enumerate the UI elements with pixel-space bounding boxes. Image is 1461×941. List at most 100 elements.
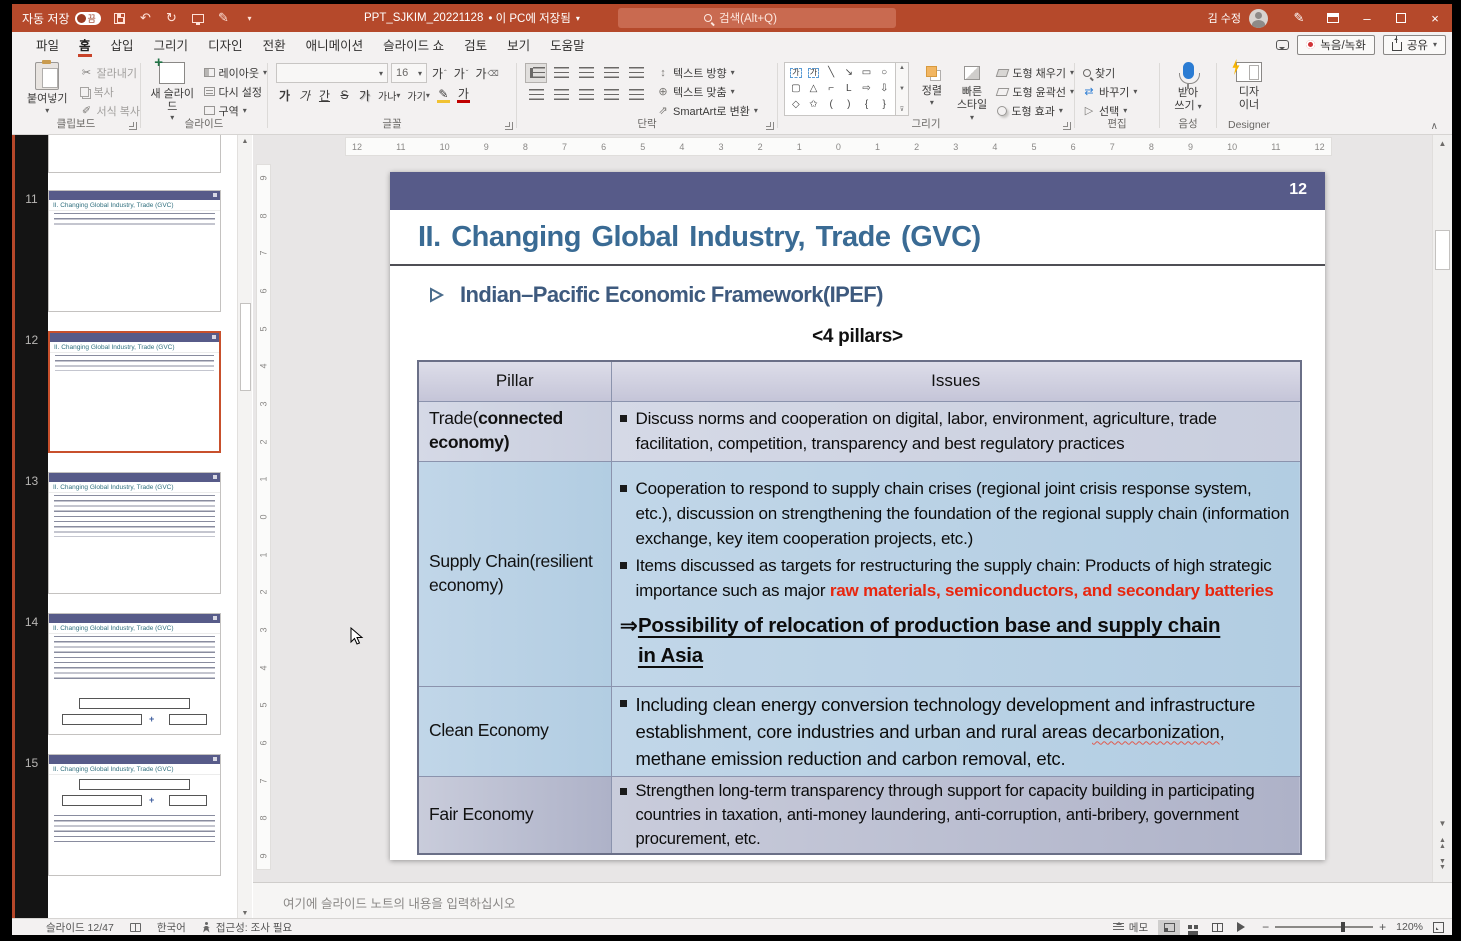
menu-tab[interactable]: 슬라이드 쇼 — [373, 32, 454, 57]
ink-pen-button[interactable]: ✎ — [1282, 4, 1316, 32]
notes-placeholder[interactable]: 여기에 슬라이드 노트의 내용을 입력하십시오 — [283, 893, 1452, 912]
paragraph-dialog-launcher-icon[interactable] — [766, 122, 774, 130]
align-center-button[interactable] — [550, 85, 572, 105]
share-button[interactable]: 공유 ▾ — [1383, 35, 1446, 55]
shape-outline-button[interactable]: 도형 윤곽선▾ — [997, 83, 1074, 100]
zoom-level[interactable]: 120% — [1396, 921, 1423, 933]
shape-icon[interactable]: L — [846, 84, 852, 94]
shape-icon[interactable]: 가 — [808, 68, 819, 78]
decrease-indent-button[interactable] — [575, 63, 597, 83]
find-button[interactable]: 찾기 — [1083, 64, 1159, 81]
next-slide-button[interactable]: ▼▼ — [1435, 859, 1450, 873]
start-slideshow-button[interactable] — [191, 11, 205, 25]
slide-thumbnail[interactable]: 14 II. Changing Global Industry, Trade (… — [15, 613, 240, 735]
shape-icon[interactable]: } — [882, 100, 885, 110]
line-spacing-button[interactable] — [625, 63, 647, 83]
slide-thumbnail[interactable]: 12 II. Changing Global Industry, Trade (… — [15, 331, 240, 453]
main-scrollbar[interactable]: ▲ ▼ ▲▲ ▼▼ — [1432, 135, 1452, 882]
menu-tab[interactable]: 홈 — [69, 32, 101, 57]
shape-icon[interactable]: { — [865, 100, 868, 110]
underline-button[interactable]: 간 — [316, 86, 333, 104]
columns-button[interactable] — [625, 85, 647, 105]
reset-button[interactable]: 다시 설정 — [204, 83, 268, 100]
shrink-font-button[interactable]: 가ˇ — [452, 64, 471, 82]
shape-icon[interactable]: ( — [829, 100, 832, 110]
menu-tab[interactable]: 전환 — [253, 32, 296, 57]
text-direction-button[interactable]: ↕텍스트 방향▾ — [657, 64, 758, 81]
zoom-slider[interactable] — [1275, 926, 1373, 928]
save-button[interactable] — [113, 11, 127, 25]
chevron-down-icon[interactable]: ▾ — [576, 14, 580, 23]
zoom-slider-thumb[interactable] — [1341, 922, 1345, 932]
autosave-toggle[interactable]: 자동 저장 끔 — [22, 10, 101, 27]
format-painter-icon[interactable]: ✎ — [217, 11, 231, 25]
shape-icon[interactable]: △ — [810, 84, 818, 94]
shape-icon[interactable]: ✩ — [809, 100, 817, 110]
menu-tab[interactable]: 그리기 — [144, 32, 199, 57]
undo-button[interactable]: ↶ — [139, 11, 153, 25]
shape-icon[interactable]: ⌐ — [828, 84, 834, 94]
reading-view-button[interactable] — [1206, 920, 1228, 935]
thumbnail-scrollbar-thumb[interactable] — [240, 303, 251, 391]
shape-icon[interactable]: ▢ — [791, 84, 800, 94]
text-shadow-button[interactable]: 가 — [356, 86, 373, 104]
designer-button[interactable]: 디자 이너 — [1217, 62, 1281, 111]
minimize-button[interactable]: – — [1350, 4, 1384, 32]
slide-sorter-view-button[interactable] — [1182, 920, 1204, 935]
shape-icon[interactable]: ▭ — [862, 68, 871, 78]
zoom-out-button[interactable]: − — [1262, 920, 1269, 934]
shapes-gallery-scrollbar[interactable]: ▲ ▼ ⊽ — [896, 62, 909, 116]
menu-tab[interactable]: 애니메이션 — [296, 32, 374, 57]
character-spacing-button[interactable]: 가나▾ — [376, 86, 402, 104]
fit-slide-to-window-button[interactable] — [1433, 922, 1444, 933]
clipboard-dialog-launcher-icon[interactable] — [129, 122, 137, 130]
accessibility-status[interactable]: 접근성: 조사 필요 — [202, 920, 292, 935]
shape-icon[interactable]: ↘ — [845, 68, 853, 78]
menu-tab[interactable]: 파일 — [26, 32, 69, 57]
dictate-button[interactable]: 받아 쓰기 ▾ — [1160, 62, 1216, 112]
spell-check-button[interactable] — [130, 923, 141, 932]
slide-thumbnail[interactable]: 11 II. Changing Global Industry, Trade (… — [15, 190, 240, 312]
shape-fill-button[interactable]: 도형 채우기▾ — [997, 64, 1074, 81]
slide-thumbnail[interactable]: 13 II. Changing Global Industry, Trade (… — [15, 472, 240, 594]
cut-button[interactable]: ✂잘라내기 — [80, 64, 140, 81]
language-indicator[interactable]: 한국어 — [157, 920, 186, 935]
highlight-color-button[interactable]: ✎ — [435, 86, 452, 104]
copy-button[interactable]: 복사 — [80, 83, 140, 100]
shape-icon[interactable]: ⇨ — [862, 84, 870, 94]
bold-button[interactable]: 가 — [276, 86, 293, 104]
collapse-ribbon-icon[interactable]: ∧ — [1431, 121, 1438, 132]
align-text-button[interactable]: ⊕텍스트 맞춤▾ — [657, 83, 758, 100]
grow-font-button[interactable]: 가ˆ — [430, 64, 449, 82]
main-scrollbar-thumb[interactable] — [1435, 230, 1450, 270]
increase-indent-button[interactable] — [600, 63, 622, 83]
clear-formatting-button[interactable]: 가⌫ — [473, 64, 500, 82]
zoom-in-button[interactable]: + — [1379, 920, 1386, 934]
comments-icon[interactable] — [1276, 40, 1289, 50]
drawing-dialog-launcher-icon[interactable] — [1063, 122, 1071, 130]
align-right-button[interactable] — [575, 85, 597, 105]
avatar[interactable] — [1249, 9, 1268, 28]
bullets-button[interactable] — [525, 63, 547, 83]
justify-button[interactable] — [600, 85, 622, 105]
font-name-combo[interactable]: ▾ — [276, 63, 388, 83]
menu-tab[interactable]: 삽입 — [101, 32, 144, 57]
strikethrough-button[interactable]: S — [336, 86, 353, 104]
menu-tab[interactable]: 검토 — [454, 32, 497, 57]
search-input[interactable]: 검색(Alt+Q) — [618, 8, 896, 28]
normal-view-button[interactable] — [1158, 920, 1180, 935]
shape-icon[interactable]: ) — [847, 100, 850, 110]
menu-tab[interactable]: 보기 — [497, 32, 540, 57]
thumbnail-scrollbar[interactable]: ▲ ▼ — [237, 135, 252, 920]
shape-icon[interactable]: ╲ — [828, 68, 834, 78]
previous-slide-button[interactable]: ▲▲ — [1435, 838, 1450, 852]
slideshow-view-button[interactable] — [1230, 920, 1252, 935]
customize-qat-button[interactable]: ▾ — [243, 11, 257, 25]
shape-icon[interactable]: ◇ — [792, 100, 800, 110]
notes-toggle-button[interactable]: 메모 — [1113, 920, 1148, 935]
maximize-button[interactable] — [1384, 4, 1418, 32]
change-case-button[interactable]: 가기▾ — [405, 86, 431, 104]
layout-button[interactable]: 레이아웃▾ — [204, 64, 268, 81]
shape-icon[interactable]: ○ — [881, 68, 887, 78]
align-left-button[interactable] — [525, 85, 547, 105]
